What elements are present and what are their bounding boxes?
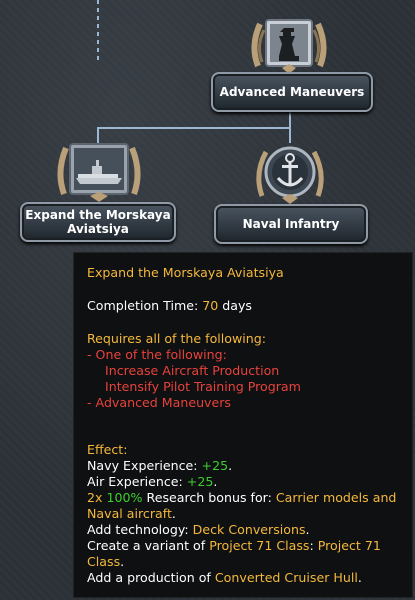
requires-option: Intensify Pilot Training Program [105, 379, 301, 394]
variant-name: Class [87, 554, 121, 569]
navy-xp-value: +25 [201, 458, 229, 473]
completion-label: Completion Time: [87, 298, 199, 313]
add-production: Add a production of Converted Cruiser Hu… [87, 570, 362, 585]
focus-label-line2: Aviatsiya [67, 222, 129, 236]
navy-experience: Navy Experience: +25. [87, 458, 233, 473]
focus-naval-infantry[interactable]: Naval Infantry [214, 204, 368, 244]
add-tech-label: Add technology: [87, 522, 189, 537]
focus-label-line1: Expand the Morskaya [25, 208, 171, 222]
production-label: Add a production of [87, 570, 211, 585]
production-value: Converted Cruiser Hull [214, 570, 358, 585]
research-bonus-cont: Naval aircraft. [87, 506, 176, 521]
research-text: Research bonus for: [146, 490, 272, 505]
variant-name: Project 71 [317, 538, 381, 553]
research-bonus: 2x 100% Research bonus for: Carrier mode… [87, 490, 396, 506]
completion-time: Completion Time: 70 days [87, 298, 252, 314]
focus-label: Advanced Maneuvers [219, 85, 365, 99]
air-experience: Air Experience: +25. [87, 474, 218, 489]
aircraft-carrier-icon[interactable] [54, 132, 144, 204]
chess-king-icon[interactable] [246, 6, 332, 78]
anchor-icon[interactable] [252, 138, 328, 206]
focus-tooltip: Expand the Morskaya Aviatsiya Completion… [73, 252, 413, 598]
research-count: 2x [87, 490, 103, 505]
completion-value: 70 [202, 298, 219, 313]
variant-base: Project 71 Class [209, 538, 310, 553]
add-technology: Add technology: Deck Conversions. [87, 522, 310, 537]
create-variant-cont: Class. [87, 554, 125, 569]
connector-dotted [97, 0, 99, 62]
navy-xp-label: Navy Experience: [87, 458, 198, 473]
air-xp-value: +25 [186, 474, 214, 489]
focus-label: Naval Infantry [242, 217, 340, 231]
completion-unit: days [222, 298, 252, 313]
connector-horizontal [97, 127, 291, 129]
tooltip-title: Expand the Morskaya Aviatsiya [87, 265, 284, 280]
effect-header: Effect: [87, 442, 128, 457]
air-xp-label: Air Experience: [87, 474, 183, 489]
research-target: Carrier models and [275, 490, 397, 505]
research-target: Naval aircraft [87, 506, 172, 521]
add-tech-value: Deck Conversions [192, 522, 306, 537]
requires-advanced-maneuvers: - Advanced Maneuvers [87, 395, 231, 410]
requires-option: Increase Aircraft Production [105, 363, 280, 378]
requires-one-of: - One of the following: [87, 347, 227, 362]
focus-expand-morskaya-aviatsiya[interactable]: Expand the Morskaya Aviatsiya [20, 202, 176, 242]
variant-label: Create a variant of [87, 538, 206, 553]
requires-header: Requires all of the following: [87, 331, 267, 346]
research-pct: 100% [106, 490, 143, 505]
focus-advanced-maneuvers[interactable]: Advanced Maneuvers [211, 72, 373, 112]
create-variant: Create a variant of Project 71 Class: Pr… [87, 538, 381, 553]
